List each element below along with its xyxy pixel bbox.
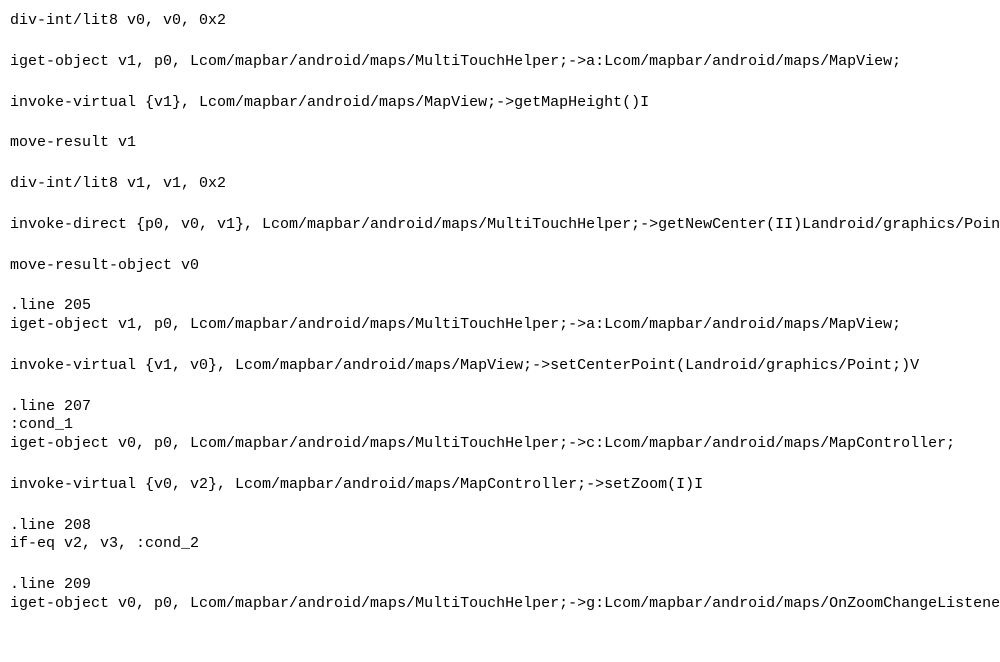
code-group: invoke-virtual {v1, v0}, Lcom/mapbar/and… — [10, 357, 990, 376]
code-line: move-result-object v0 — [10, 257, 990, 276]
code-line: move-result v1 — [10, 134, 990, 153]
code-line: if-eq v2, v3, :cond_2 — [10, 535, 990, 554]
code-line: iget-object v0, p0, Lcom/mapbar/android/… — [10, 595, 990, 614]
code-line: :cond_1 — [10, 416, 990, 435]
code-group: move-result-object v0 — [10, 257, 990, 276]
code-line: div-int/lit8 v1, v1, 0x2 — [10, 175, 990, 194]
code-line: iget-object v1, p0, Lcom/mapbar/android/… — [10, 316, 990, 335]
code-group: .line 208if-eq v2, v3, :cond_2 — [10, 517, 990, 555]
code-line: invoke-direct {p0, v0, v1}, Lcom/mapbar/… — [10, 216, 990, 235]
code-line: invoke-virtual {v1, v0}, Lcom/mapbar/and… — [10, 357, 990, 376]
code-line: invoke-virtual {v0, v2}, Lcom/mapbar/and… — [10, 476, 990, 495]
code-line: iget-object v1, p0, Lcom/mapbar/android/… — [10, 53, 990, 72]
code-group: iget-object v1, p0, Lcom/mapbar/android/… — [10, 53, 990, 72]
smali-code-block: div-int/lit8 v0, v0, 0x2 iget-object v1, … — [10, 12, 990, 614]
code-group: invoke-virtual {v1}, Lcom/mapbar/android… — [10, 94, 990, 113]
code-group: .line 209iget-object v0, p0, Lcom/mapbar… — [10, 576, 990, 614]
code-group: invoke-virtual {v0, v2}, Lcom/mapbar/and… — [10, 476, 990, 495]
code-group: invoke-direct {p0, v0, v1}, Lcom/mapbar/… — [10, 216, 990, 235]
code-group: .line 207:cond_1iget-object v0, p0, Lcom… — [10, 398, 990, 454]
code-group: .line 205iget-object v1, p0, Lcom/mapbar… — [10, 297, 990, 335]
code-group: div-int/lit8 v0, v0, 0x2 — [10, 12, 990, 31]
code-group: div-int/lit8 v1, v1, 0x2 — [10, 175, 990, 194]
code-line: iget-object v0, p0, Lcom/mapbar/android/… — [10, 435, 990, 454]
code-line: .line 205 — [10, 297, 990, 316]
code-group: move-result v1 — [10, 134, 990, 153]
code-line: div-int/lit8 v0, v0, 0x2 — [10, 12, 990, 31]
code-line: invoke-virtual {v1}, Lcom/mapbar/android… — [10, 94, 990, 113]
code-line: .line 208 — [10, 517, 990, 536]
code-line: .line 209 — [10, 576, 990, 595]
code-line: .line 207 — [10, 398, 990, 417]
